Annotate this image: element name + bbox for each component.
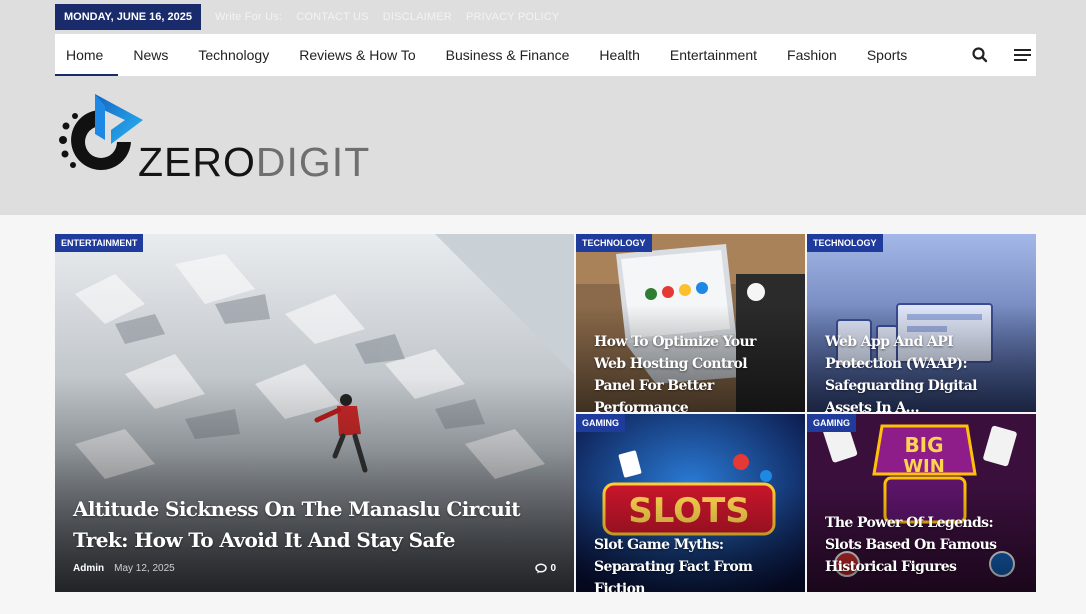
menu-icon[interactable] [1012, 45, 1032, 65]
logo-mark-icon [59, 94, 143, 170]
featured-title[interactable]: Altitude Sickness On The Manaslu Circuit… [73, 494, 556, 556]
nav-item-entertainment[interactable]: Entertainment [670, 34, 757, 76]
top-link-disclaimer[interactable]: DISCLAIMER [383, 11, 452, 23]
nav-icons [948, 34, 1032, 76]
search-icon[interactable] [970, 45, 990, 65]
article-title[interactable]: Slot Game Myths: Separating Fact From Fi… [594, 534, 791, 592]
top-bar: MONDAY, JUNE 16, 2025 Write For Us: CONT… [55, 4, 573, 30]
category-badge[interactable]: ENTERTAINMENT [55, 234, 144, 252]
article-title[interactable]: How To Optimize Your Web Hosting Control… [594, 331, 791, 412]
top-link-contact-us[interactable]: CONTACT US [296, 11, 369, 23]
featured-article-card[interactable]: ENTERTAINMENT Altitude Sickness On The M… [55, 234, 574, 592]
top-links: Write For Us: CONTACT US DISCLAIMER PRIV… [215, 11, 573, 23]
site-logo[interactable]: ZERODIGIT [55, 92, 369, 185]
nav-item-business[interactable]: Business & Finance [446, 34, 570, 76]
main-nav: Home News Technology Reviews & How To Bu… [54, 34, 1036, 76]
nav-item-sports[interactable]: Sports [867, 34, 907, 76]
article-card-2[interactable]: TECHNOLOGY Web App And API Protection (W… [807, 234, 1036, 412]
featured-meta: Admin May 12, 2025 [73, 563, 175, 574]
article-title[interactable]: The Power Of Legends: Slots Based On Fam… [825, 512, 1022, 578]
nav-item-home[interactable]: Home [54, 34, 119, 76]
article-title[interactable]: Web App And API Protection (WAAP): Safeg… [825, 331, 1022, 412]
svg-text:WIN: WIN [903, 456, 945, 477]
category-badge[interactable]: GAMING [576, 414, 625, 432]
article-card-4[interactable]: BIG WIN GAMING The Power Of Legends: Slo… [807, 414, 1036, 592]
post-date: May 12, 2025 [114, 563, 175, 574]
nav-item-news[interactable]: News [133, 34, 168, 76]
article-card-1[interactable]: TECHNOLOGY How To Optimize Your Web Host… [576, 234, 805, 412]
article-card-3[interactable]: SLOTS GAMING Slot Game Myths: Separating… [576, 414, 805, 592]
date-display: MONDAY, JUNE 16, 2025 [55, 4, 201, 30]
nav-item-technology[interactable]: Technology [198, 34, 269, 76]
comment-count[interactable]: 0 [535, 563, 556, 574]
nav-item-health[interactable]: Health [599, 34, 639, 76]
top-link-privacy-policy[interactable]: PRIVACY POLICY [466, 11, 559, 23]
category-badge[interactable]: GAMING [807, 414, 856, 432]
author-name[interactable]: Admin [73, 563, 104, 574]
featured-shade [55, 377, 574, 592]
logo-wordmark: ZERODIGIT [138, 139, 371, 185]
category-badge[interactable]: TECHNOLOGY [576, 234, 652, 252]
category-badge[interactable]: TECHNOLOGY [807, 234, 883, 252]
nav-item-reviews[interactable]: Reviews & How To [299, 34, 415, 76]
svg-text:BIG: BIG [904, 433, 943, 457]
nav-item-fashion[interactable]: Fashion [787, 34, 837, 76]
top-link-write-for-us[interactable]: Write For Us: [215, 11, 282, 23]
comment-icon [535, 563, 548, 574]
